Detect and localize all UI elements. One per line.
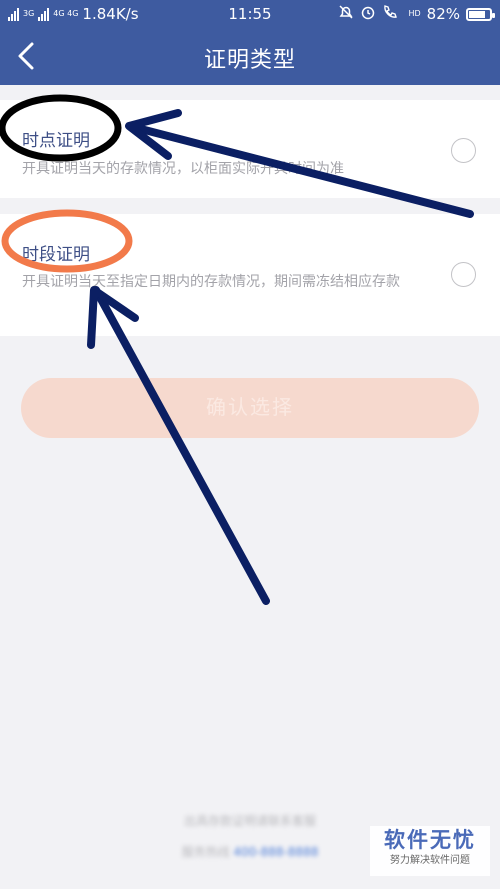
option-description: 开具证明当天至指定日期内的存款情况，期间需冻结相应存款 <box>22 274 400 290</box>
option-period[interactable]: 时段证明 开具证明当天至指定日期内的存款情况，期间需冻结相应存款 <box>0 214 500 336</box>
hotline-link[interactable]: 400-888-8888 <box>233 845 318 859</box>
watermark-logo: 软件无忧 努力解决软件问题 <box>370 826 490 876</box>
page-title: 证明类型 <box>203 48 296 73</box>
option-title: 时点证明 <box>22 131 90 151</box>
nav-bar: 证明类型 <box>0 28 500 85</box>
watermark-subtitle: 努力解决软件问题 <box>390 855 470 866</box>
bell-mute-icon <box>338 4 354 24</box>
option-radio[interactable] <box>451 262 476 287</box>
confirm-button[interactable]: 确认选择 <box>21 378 479 438</box>
option-radio[interactable] <box>451 138 476 163</box>
watermark-title: 软件无忧 <box>384 828 476 852</box>
arrow-to-option-2 <box>87 286 270 605</box>
hd-label: HD <box>408 9 421 18</box>
battery-percent: 82% <box>426 5 460 23</box>
status-bar: 3G 4G 4G 1.84K/s 11:55 HD 82% <box>0 0 500 28</box>
footer-hotline-label: 服务热线 <box>181 845 230 859</box>
hd-call-icon <box>382 4 402 24</box>
option-title: 时段证明 <box>22 245 90 265</box>
battery-icon <box>466 7 495 21</box>
alarm-icon <box>360 4 376 24</box>
option-description: 开具证明当天的存款情况，以柜面实际开具时间为准 <box>22 161 344 177</box>
option-point-in-time[interactable]: 时点证明 开具证明当天的存款情况，以柜面实际开具时间为准 <box>0 100 500 198</box>
